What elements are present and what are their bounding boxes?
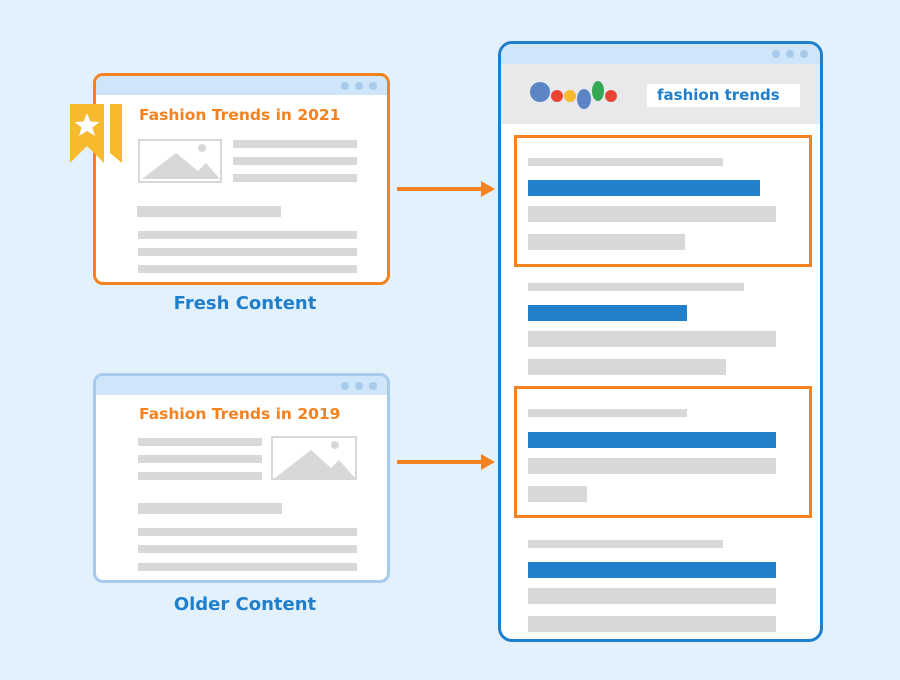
text-line bbox=[138, 265, 357, 273]
result-snippet-line bbox=[528, 588, 776, 604]
text-line bbox=[137, 206, 281, 217]
text-line bbox=[233, 157, 357, 165]
result-url-line bbox=[528, 540, 723, 548]
text-line bbox=[233, 174, 357, 182]
window-dots-icon bbox=[341, 82, 377, 90]
window-titlebar bbox=[96, 76, 387, 95]
window-titlebar bbox=[501, 44, 820, 64]
result-title-link[interactable] bbox=[528, 305, 687, 321]
result-snippet-line bbox=[528, 458, 776, 474]
result-snippet-line bbox=[528, 206, 776, 222]
fresh-content-window: Fashion Trends in 2021 bbox=[93, 73, 390, 285]
search-header: fashion trends bbox=[501, 64, 820, 124]
result-url-line bbox=[528, 409, 687, 417]
older-content-window: Fashion Trends in 2019 bbox=[93, 373, 390, 583]
article-title: Fashion Trends in 2019 bbox=[139, 405, 341, 423]
text-line bbox=[138, 438, 262, 446]
text-line bbox=[138, 231, 357, 239]
result-snippet-line bbox=[528, 331, 776, 347]
text-line bbox=[138, 472, 262, 480]
result-snippet-line bbox=[528, 486, 587, 502]
result-snippet-line bbox=[528, 359, 726, 375]
fresh-content-caption: Fresh Content bbox=[173, 293, 317, 314]
text-line bbox=[138, 455, 262, 463]
text-line bbox=[138, 248, 357, 256]
text-line bbox=[138, 528, 357, 536]
result-url-line bbox=[528, 158, 723, 166]
text-line bbox=[138, 563, 357, 571]
result-url-line bbox=[528, 283, 744, 291]
result-title-link[interactable] bbox=[528, 432, 776, 448]
window-dots-icon bbox=[341, 382, 377, 390]
window-dots-icon bbox=[772, 50, 808, 58]
text-line bbox=[138, 545, 357, 553]
result-title-link[interactable] bbox=[528, 562, 776, 578]
text-line bbox=[138, 503, 282, 514]
older-content-caption: Older Content bbox=[173, 594, 317, 615]
window-titlebar bbox=[96, 376, 387, 395]
bookmark-star-icon bbox=[70, 104, 124, 164]
search-results-window: fashion trends bbox=[498, 41, 823, 642]
arrow-fresh-to-result bbox=[397, 181, 495, 197]
result-snippet-line bbox=[528, 616, 776, 632]
image-placeholder-icon bbox=[271, 436, 357, 480]
arrow-older-to-result bbox=[397, 454, 495, 470]
article-title: Fashion Trends in 2021 bbox=[139, 106, 341, 124]
result-snippet-line bbox=[528, 234, 685, 250]
google-dots-logo-icon bbox=[529, 81, 624, 111]
search-input[interactable]: fashion trends bbox=[647, 84, 800, 107]
image-placeholder-icon bbox=[138, 139, 222, 183]
result-title-link[interactable] bbox=[528, 180, 760, 196]
text-line bbox=[233, 140, 357, 148]
